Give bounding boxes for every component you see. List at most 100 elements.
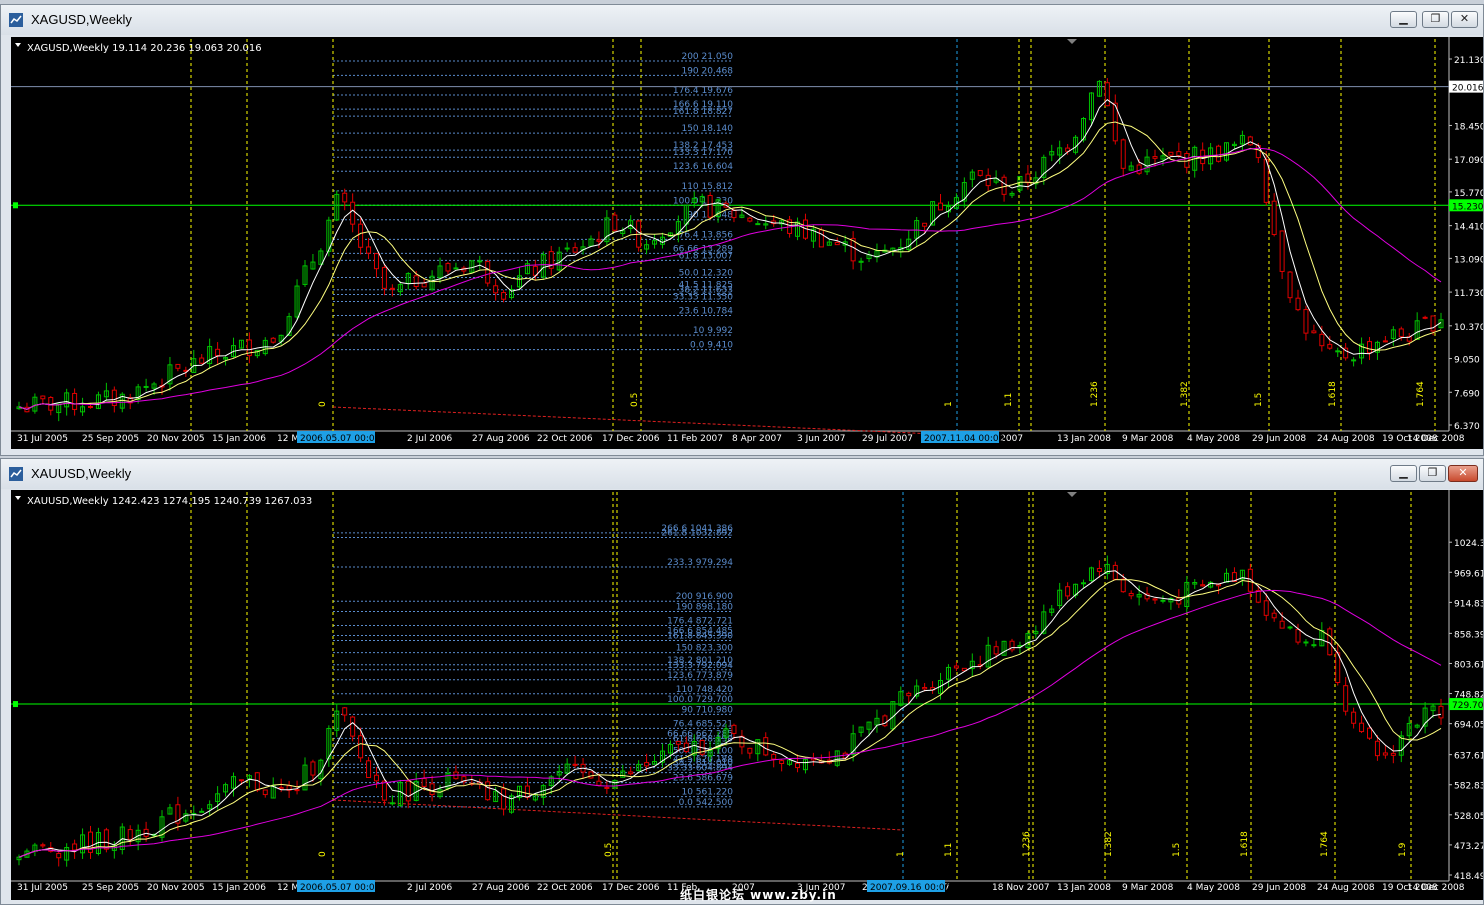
- candle-body: [366, 246, 372, 254]
- time-axis-label: 29 Jun 2008: [1252, 883, 1306, 893]
- time-axis-label: 4 May 2008: [1187, 434, 1240, 444]
- candle-body: [572, 247, 578, 253]
- candle-body: [1303, 309, 1309, 334]
- candle-body: [1271, 200, 1277, 235]
- window-title: XAUUSD,Weekly: [31, 466, 132, 481]
- maximize-button[interactable]: ❐: [1419, 465, 1446, 482]
- candle-body: [1160, 599, 1166, 602]
- fib-level-label: 10 9.992: [693, 326, 733, 336]
- time-axis-label: 24 Aug 2008: [1317, 883, 1375, 893]
- candle-body: [755, 223, 761, 226]
- time-axis-label: 8 Apr 2007: [732, 434, 782, 444]
- candle-body: [1247, 136, 1253, 146]
- candle-body: [985, 174, 991, 187]
- fib-level-label: 23.6 10.784: [679, 307, 734, 317]
- maximize-button[interactable]: ❐: [1422, 11, 1449, 28]
- candle-body: [1367, 727, 1373, 739]
- fib-level-label: 176.4 872.721: [667, 617, 733, 627]
- fib-level-label: 233.3 979.294: [667, 558, 733, 568]
- candle-body: [596, 780, 602, 786]
- price-tick-label: 21.130: [1454, 56, 1483, 66]
- fib-level-label: 133.3 17.170: [673, 148, 733, 158]
- candle-body: [1311, 330, 1317, 334]
- time-axis-label: 15 Jan 2006: [212, 434, 266, 444]
- window-titlebar[interactable]: XAUUSD,Weekly ▁ ❐ ✕: [1, 459, 1483, 489]
- candle-body: [405, 780, 411, 802]
- price-chart-area[interactable]: XAGUSD,Weekly 19.114 20.236 19.063 20.01…: [11, 37, 1484, 449]
- candle-body: [707, 195, 713, 218]
- candle-body: [1176, 151, 1182, 157]
- candle-body: [588, 771, 594, 779]
- time-axis-label: 17 Dec 2006: [602, 434, 660, 444]
- candle-body: [429, 783, 435, 796]
- candle-body: [1390, 752, 1396, 756]
- fib-level-label: 61.8 13.007: [679, 251, 733, 261]
- fib-level-label: 0.0 9.410: [690, 341, 733, 351]
- candle-body: [40, 395, 46, 400]
- watermark-text: 纸白银论坛 www.zby.in: [680, 888, 837, 902]
- price-tick-label: 1024.390: [1454, 539, 1483, 549]
- candlestick-chart[interactable]: XAGUSD,Weekly 19.114 20.236 19.063 20.01…: [11, 37, 1484, 449]
- chart-background: [11, 37, 1483, 449]
- time-zone-label: 1.382: [1104, 831, 1114, 857]
- chart-window-xauusd: XAUUSD,Weekly ▁ ❐ ✕ XAUUSD,Weekly 1242.4…: [0, 458, 1484, 905]
- candle-body: [453, 267, 459, 270]
- candle-body: [381, 267, 387, 289]
- fib-level-label: 190 898.180: [676, 603, 734, 613]
- candle-body: [922, 222, 928, 227]
- candle-body: [1382, 340, 1388, 343]
- candle-body: [238, 779, 244, 782]
- level-handle-marker: [13, 202, 18, 209]
- candle-body: [644, 762, 650, 767]
- time-axis-label: 31 Jul 2005: [17, 883, 68, 893]
- price-tick-label: 14.410: [1454, 223, 1483, 233]
- fib-level-label: 176.4 19.676: [673, 86, 733, 96]
- candle-body: [310, 761, 316, 776]
- candle-body: [1422, 316, 1428, 319]
- fib-level-label: 110 15.812: [681, 182, 733, 192]
- candle-body: [1382, 752, 1388, 756]
- candle-body: [628, 771, 634, 775]
- close-button[interactable]: ✕: [1448, 465, 1478, 482]
- candle-body: [342, 707, 348, 716]
- candle-body: [501, 788, 507, 810]
- fib-level-label: 161.8 845.390: [667, 632, 733, 642]
- time-zone-label: 0: [318, 401, 328, 407]
- time-axis-label: 11 Feb 2007: [667, 434, 723, 444]
- candle-body: [270, 337, 276, 343]
- time-zone-label: 1.618: [1240, 831, 1250, 857]
- candle-body: [72, 843, 78, 851]
- chart-window-xagusd: XAGUSD,Weekly ▁ ❐ ✕ XAGUSD,Weekly 19.114…: [0, 4, 1484, 456]
- time-axis-label: 31 Jul 2005: [17, 434, 68, 444]
- candle-body: [1081, 582, 1087, 585]
- time-axis-label: 14 Dec 2008: [1407, 434, 1465, 444]
- candle-body: [1343, 685, 1349, 712]
- minimize-button[interactable]: ▁: [1390, 465, 1417, 482]
- candle-body: [993, 646, 999, 655]
- price-tick-label: 969.610: [1454, 569, 1483, 579]
- chart-header-info: XAUUSD,Weekly 1242.423 1274.195 1240.739…: [27, 496, 312, 507]
- candle-body: [358, 735, 364, 759]
- candle-body: [604, 786, 610, 789]
- candle-body: [1335, 350, 1341, 353]
- time-axis-label: 15 Jan 2006: [212, 883, 266, 893]
- date-tag-label: 2007.11.04 00:00: [924, 434, 1005, 444]
- candle-body: [1327, 343, 1333, 349]
- candle-body: [175, 363, 181, 369]
- time-zone-label: 1.382: [1180, 381, 1190, 407]
- current-price-label: 20.016: [1452, 84, 1483, 94]
- candle-body: [1430, 315, 1436, 332]
- price-chart-area[interactable]: XAUUSD,Weekly 1242.423 1274.195 1240.739…: [11, 490, 1484, 900]
- candle-body: [1351, 359, 1357, 362]
- candle-body: [747, 747, 753, 754]
- window-titlebar[interactable]: XAGUSD,Weekly ▁ ❐ ✕: [1, 5, 1483, 35]
- time-axis-label: 27 Aug 2006: [472, 434, 530, 444]
- candlestick-chart[interactable]: XAUUSD,Weekly 1242.423 1274.195 1240.739…: [11, 490, 1484, 900]
- time-axis-label: 9 Mar 2008: [1122, 883, 1174, 893]
- candle-body: [1104, 82, 1110, 107]
- candle-body: [1398, 328, 1404, 338]
- time-zone-label: 1.236: [1090, 381, 1100, 407]
- candle-body: [763, 737, 769, 756]
- close-button[interactable]: ✕: [1451, 11, 1478, 28]
- minimize-button[interactable]: ▁: [1390, 11, 1417, 28]
